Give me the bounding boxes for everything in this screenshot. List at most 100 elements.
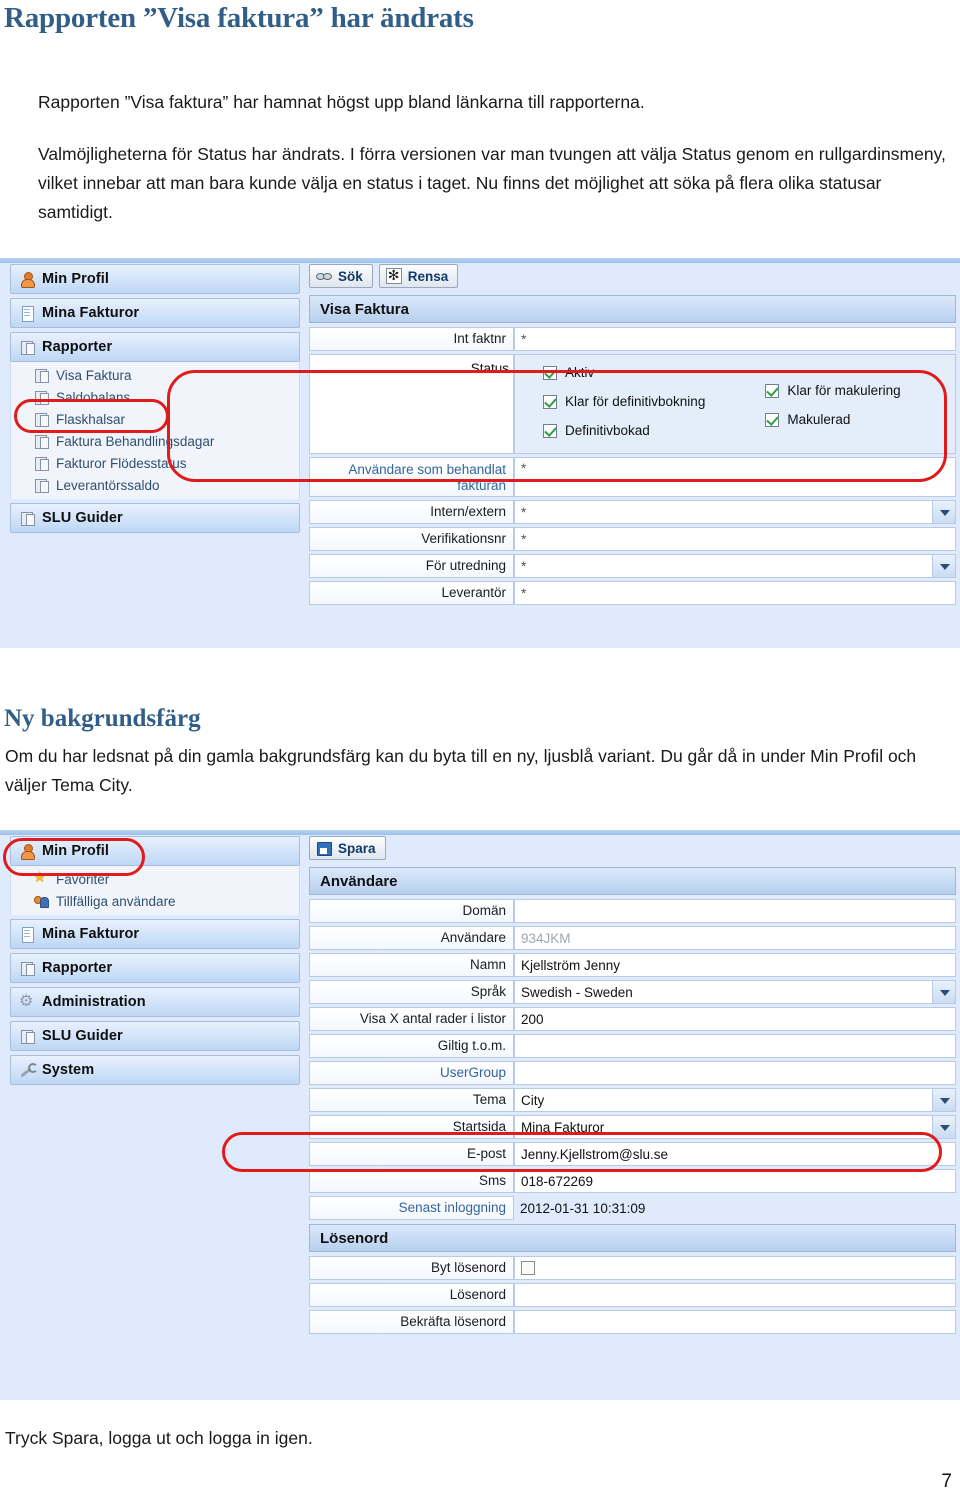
person-icon: [19, 271, 35, 288]
sidebar-item-slu-guider[interactable]: SLU Guider: [10, 503, 300, 533]
section-title: Ny bakgrundsfärg: [4, 705, 201, 732]
form-row: Språk Swedish - Sweden: [309, 980, 956, 1004]
sidebar-submenu-min-profil: Favoriter Tillfälliga användare: [10, 866, 300, 915]
sidebar-item-faktura-behandlingsdagar[interactable]: Faktura Behandlingsdagar: [11, 430, 299, 452]
anvandare-som-behandlat-input[interactable]: *: [514, 457, 956, 497]
namn-input[interactable]: Kjellström Jenny: [514, 953, 956, 977]
app-sidebar: Min Profil Mina Fakturor Rapporter Visa …: [0, 258, 305, 648]
save-button[interactable]: Spara: [309, 836, 386, 860]
sms-input[interactable]: 018-672269: [514, 1169, 956, 1193]
form-row: Byt lösenord: [309, 1256, 956, 1280]
report-icon: [33, 389, 49, 405]
visa-x-antal-rader-input[interactable]: 200: [514, 1007, 956, 1031]
sidebar-item-favoriter[interactable]: Favoriter: [11, 868, 299, 890]
chevron-down-icon: [940, 1098, 950, 1104]
sidebar-item-flaskhalsar[interactable]: Flaskhalsar: [11, 408, 299, 430]
losenord-input[interactable]: [514, 1283, 956, 1307]
toolbar: Sök Rensa: [309, 264, 956, 288]
sidebar-item-saldobalans[interactable]: Saldobalans: [11, 386, 299, 408]
sidebar-item-label: Mina Fakturor: [42, 305, 140, 321]
checkbox-icon: [765, 383, 780, 398]
document-icon: [19, 926, 35, 943]
int-faktnr-input[interactable]: *: [514, 327, 956, 351]
clear-button[interactable]: Rensa: [378, 264, 459, 288]
sidebar-item-label: Leverantörssaldo: [56, 477, 160, 493]
field-label-status: Status: [470, 361, 509, 376]
checkbox-label: Klar för definitivbokning: [565, 394, 706, 409]
screenshot-anvandare: Min Profil Favoriter Tillfälliga använda…: [0, 830, 960, 1400]
sprak-select[interactable]: Swedish - Sweden: [514, 980, 956, 1004]
sidebar-item-fakturor-flodesstatus[interactable]: Fakturor Flödesstatus: [11, 452, 299, 474]
field-label-losenord: Lösenord: [309, 1283, 514, 1307]
field-label-senast-inloggning: Senast inloggning: [309, 1196, 514, 1220]
status-checkbox-klar-for-makulering[interactable]: Klar för makulering: [765, 383, 901, 398]
intern-extern-select[interactable]: *: [514, 500, 956, 524]
status-checkbox-makulerad[interactable]: Makulerad: [765, 412, 900, 427]
chevron-down-icon: [940, 990, 950, 996]
tema-select[interactable]: City: [514, 1088, 956, 1112]
sidebar-item-rapporter[interactable]: Rapporter: [10, 332, 300, 362]
sidebar-item-min-profil[interactable]: Min Profil: [10, 836, 300, 866]
asterisk-icon: [385, 267, 402, 284]
for-utredning-select[interactable]: *: [514, 554, 956, 578]
field-label-sms: Sms: [309, 1169, 514, 1193]
report-icon: [33, 367, 49, 383]
intro-paragraph-2: Valmöjligheterna för Status har ändrats.…: [38, 144, 946, 222]
chevron-down-icon: [940, 510, 950, 516]
usergroup-input[interactable]: [514, 1061, 956, 1085]
sprak-value: Swedish - Sweden: [521, 984, 633, 1000]
sidebar-item-administration[interactable]: Administration: [10, 987, 300, 1017]
sidebar-item-label: Administration: [42, 994, 146, 1010]
report-icon: [33, 433, 49, 449]
checkbox-icon: [543, 423, 557, 438]
form-row: Domän: [309, 899, 956, 923]
checkbox-icon[interactable]: [521, 1261, 535, 1275]
form-row: Tema City: [309, 1088, 956, 1112]
status-checkbox-group: Status Aktiv Klar för definitivbokning D…: [471, 354, 956, 454]
sidebar-item-mina-fakturor[interactable]: Mina Fakturor: [10, 298, 300, 328]
checkbox-icon: [765, 412, 780, 427]
form-row: För utredning *: [309, 554, 956, 578]
status-checkbox-aktiv[interactable]: Aktiv: [543, 365, 705, 380]
sidebar-item-visa-faktura[interactable]: Visa Faktura: [11, 364, 299, 386]
sidebar-item-label: Fakturor Flödesstatus: [56, 455, 187, 471]
doman-input[interactable]: [514, 899, 956, 923]
report-icon: [19, 339, 35, 355]
form-row: Verifikationsnr *: [309, 527, 956, 551]
form-row: Intern/extern *: [309, 500, 956, 524]
sidebar-item-min-profil[interactable]: Min Profil: [10, 264, 300, 294]
chevron-down-icon: [940, 564, 950, 570]
startsida-select[interactable]: Mina Fakturor: [514, 1115, 956, 1139]
bekrafta-losenord-input[interactable]: [514, 1310, 956, 1334]
document-icon: [19, 305, 35, 322]
panel-title: Visa Faktura: [320, 300, 409, 318]
status-checkbox-klar-for-definitivbokning[interactable]: Klar för definitivbokning: [543, 394, 705, 409]
verifikationsnr-input[interactable]: *: [514, 527, 956, 551]
sidebar-item-label: Rapporter: [42, 339, 113, 355]
senast-inloggning-value: 2012-01-31 10:31:09: [520, 1200, 646, 1216]
status-checkbox-definitivbokad[interactable]: Definitivbokad: [543, 423, 705, 438]
field-label-anvandare: Användare: [309, 926, 514, 950]
sidebar-item-label: Saldobalans: [56, 389, 131, 405]
sidebar-item-system[interactable]: System: [10, 1055, 300, 1085]
form-row: Giltig t.o.m.: [309, 1034, 956, 1058]
search-button[interactable]: Sök: [309, 264, 373, 288]
document-page: Rapporten ”Visa faktura” har ändrats Rap…: [0, 0, 960, 1507]
sidebar-item-label: SLU Guider: [42, 510, 123, 526]
report-icon: [19, 960, 35, 976]
field-label-visa-x-antal-rader: Visa X antal rader i listor: [309, 1007, 514, 1031]
sidebar-item-rapporter[interactable]: Rapporter: [10, 953, 300, 983]
sidebar-item-mina-fakturor[interactable]: Mina Fakturor: [10, 919, 300, 949]
sidebar-item-tillfalliga-anvandare[interactable]: Tillfälliga användare: [11, 890, 299, 912]
form-row: Namn Kjellström Jenny: [309, 953, 956, 977]
sidebar-item-label: Mina Fakturor: [42, 926, 140, 942]
sidebar-item-slu-guider[interactable]: SLU Guider: [10, 1021, 300, 1051]
giltig-tom-input[interactable]: [514, 1034, 956, 1058]
e-post-input[interactable]: Jenny.Kjellstrom@slu.se: [514, 1142, 956, 1166]
leverantor-input[interactable]: *: [514, 581, 956, 605]
sidebar-item-leverantorssaldo[interactable]: Leverantörssaldo: [11, 474, 299, 496]
byt-losenord-checkbox-cell[interactable]: [514, 1256, 956, 1280]
form-row: Int faktnr *: [309, 327, 956, 351]
form-row: Lösenord: [309, 1283, 956, 1307]
gear-icon: [19, 991, 35, 1011]
